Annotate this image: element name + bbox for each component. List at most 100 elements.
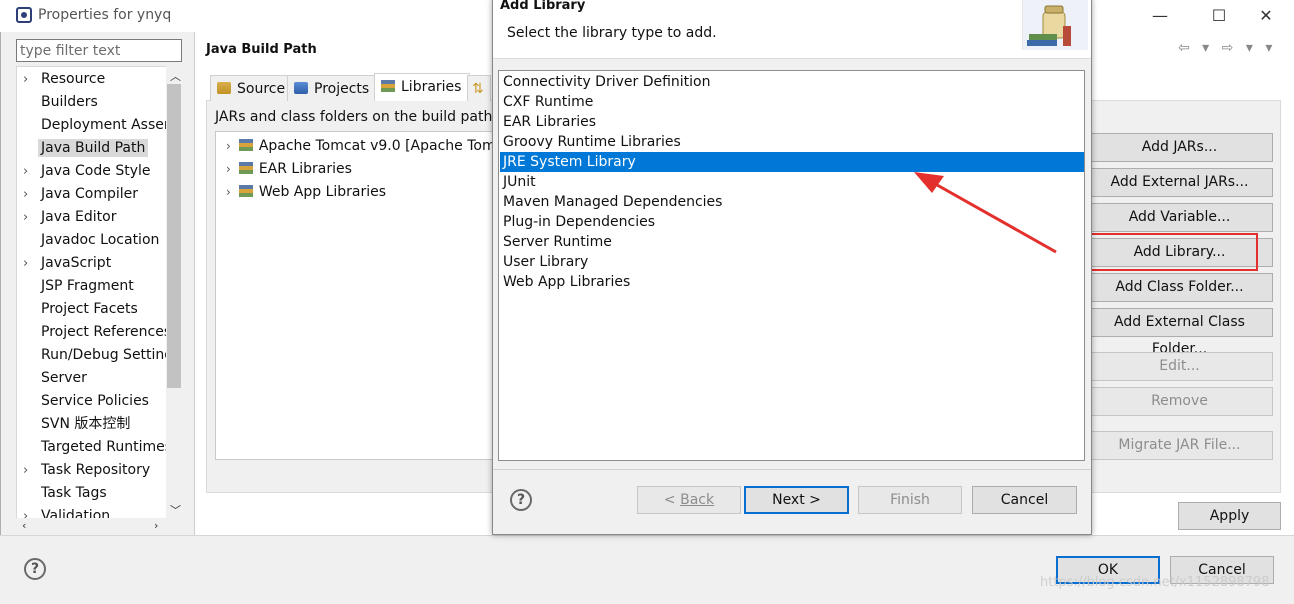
library-type-item[interactable]: JRE System Library: [500, 152, 1084, 172]
add-jars-button[interactable]: Add JARs...: [1086, 133, 1273, 162]
scroll-left-icon[interactable]: ‹: [22, 519, 26, 532]
nav-item-task-tags[interactable]: Task Tags: [17, 482, 167, 505]
nav-item-deployment-assembly[interactable]: Deployment Assem: [17, 114, 178, 137]
expand-chevron-icon[interactable]: ›: [23, 183, 28, 206]
tab-source[interactable]: Source: [210, 75, 295, 101]
nav-item-label: Javadoc Location: [41, 232, 160, 248]
nav-item-jsp-fragment[interactable]: JSP Fragment: [17, 275, 167, 298]
apply-button[interactable]: Apply: [1178, 502, 1281, 530]
nav-item-label: Server: [41, 370, 87, 386]
edit-button[interactable]: Edit...: [1086, 352, 1273, 381]
library-item-web-app[interactable]: › Web App Libraries: [226, 181, 386, 203]
library-type-item[interactable]: EAR Libraries: [500, 112, 1084, 132]
expand-chevron-icon[interactable]: ›: [23, 206, 28, 229]
tab-libraries[interactable]: Libraries: [374, 73, 471, 101]
expand-chevron-icon[interactable]: ›: [23, 459, 28, 482]
dialog-help-icon[interactable]: ?: [510, 489, 532, 511]
nav-item-label: Java Editor: [41, 209, 117, 225]
nav-item-project-facets[interactable]: Project Facets: [17, 298, 167, 321]
nav-item-java-editor[interactable]: › Java Editor: [17, 206, 167, 229]
library-type-item[interactable]: Connectivity Driver Definition: [500, 72, 1084, 92]
project-icon: [294, 82, 308, 94]
help-icon[interactable]: ?: [24, 558, 46, 580]
add-variable-button[interactable]: Add Variable...: [1086, 203, 1273, 232]
nav-item-project-references[interactable]: Project References: [17, 321, 171, 344]
library-type-item[interactable]: Groovy Runtime Libraries: [500, 132, 1084, 152]
nav-item-label: Java Compiler: [41, 186, 139, 202]
add-external-jars-button[interactable]: Add External JARs...: [1086, 168, 1273, 197]
order-export-icon: ⇅: [472, 81, 484, 97]
nav-item-label: Resource: [41, 71, 106, 87]
nav-item-javadoc-location[interactable]: Javadoc Location: [17, 229, 167, 252]
add-class-folder-button[interactable]: Add Class Folder...: [1086, 273, 1273, 302]
tab-projects[interactable]: Projects: [287, 75, 379, 101]
nav-item-label: Java Build Path: [38, 139, 149, 157]
library-wizard-banner-icon: [1022, 0, 1088, 50]
nav-item-service-policies[interactable]: Service Policies: [17, 390, 167, 413]
nav-item-label: JavaScript: [41, 255, 112, 271]
nav-item-server[interactable]: Server: [17, 367, 167, 390]
next-button[interactable]: Next >: [744, 486, 849, 514]
library-type-item[interactable]: Web App Libraries: [500, 272, 1084, 292]
expand-chevron-icon[interactable]: ›: [226, 185, 231, 199]
add-external-class-folder-button[interactable]: Add External Class Folder...: [1086, 308, 1273, 357]
library-icon: [238, 139, 253, 151]
library-item-tomcat[interactable]: › Apache Tomcat v9.0 [Apache Tomc: [226, 135, 503, 157]
eclipse-app-icon: [16, 7, 32, 23]
library-type-item[interactable]: Server Runtime: [500, 232, 1084, 252]
migrate-jar-button[interactable]: Migrate JAR File...: [1086, 431, 1273, 460]
tab-order-export[interactable]: ⇅: [467, 75, 491, 101]
back-arrow-icon: <: [663, 492, 681, 508]
jar-books-icon: [1027, 5, 1071, 46]
expand-chevron-icon[interactable]: ›: [23, 68, 28, 91]
tab-label: Libraries: [401, 79, 462, 95]
nav-item-label: Java Code Style: [41, 163, 151, 179]
library-label: EAR Libraries: [258, 161, 352, 177]
library-type-item[interactable]: User Library: [500, 252, 1084, 272]
nav-item-task-repository[interactable]: › Task Repository: [17, 459, 167, 482]
nav-scroll-thumb[interactable]: [167, 84, 181, 388]
filter-input[interactable]: [16, 39, 182, 62]
library-type-item[interactable]: JUnit: [500, 172, 1084, 192]
dialog-cancel-button[interactable]: Cancel: [972, 486, 1077, 514]
nav-list: › Resource Builders Deployment Assem Java…: [17, 68, 178, 519]
nav-item-label: Service Policies: [41, 393, 149, 409]
back-button[interactable]: < Back: [637, 486, 741, 514]
nav-item-label: Project References: [41, 324, 172, 340]
maximize-button[interactable]: ☐: [1199, 4, 1239, 28]
library-type-item[interactable]: Maven Managed Dependencies: [500, 192, 1084, 212]
nav-item-run-debug-settings[interactable]: Run/Debug Setting: [17, 344, 173, 367]
dialog-subtitle: Select the library type to add.: [507, 25, 717, 41]
nav-item-builders[interactable]: Builders: [17, 91, 167, 114]
page-title: Java Build Path: [206, 42, 317, 57]
expand-chevron-icon[interactable]: ›: [23, 160, 28, 183]
scroll-right-icon[interactable]: ›: [154, 519, 158, 532]
close-button[interactable]: ✕: [1246, 4, 1286, 28]
nav-item-label: Task Tags: [41, 485, 107, 501]
nav-item-targeted-runtimes[interactable]: Targeted Runtimes: [17, 436, 172, 459]
scroll-down-icon[interactable]: ﹀: [170, 502, 181, 518]
minimize-button[interactable]: —: [1140, 4, 1180, 28]
library-type-item[interactable]: Plug-in Dependencies: [500, 212, 1084, 232]
nav-item-resource[interactable]: › Resource: [17, 68, 167, 91]
back-label: Back: [680, 492, 715, 508]
nav-item-label: Project Facets: [41, 301, 138, 317]
library-item-ear[interactable]: › EAR Libraries: [226, 158, 352, 180]
finish-button[interactable]: Finish: [858, 486, 962, 514]
remove-button[interactable]: Remove: [1086, 387, 1273, 416]
dialog-title: Add Library: [500, 0, 586, 13]
scroll-up-icon[interactable]: ︿: [170, 68, 181, 84]
nav-item-java-build-path[interactable]: Java Build Path: [17, 137, 167, 160]
source-folder-icon: [217, 82, 231, 94]
nav-item-svn[interactable]: SVN 版本控制: [17, 413, 167, 436]
nav-item-java-compiler[interactable]: › Java Compiler: [17, 183, 167, 206]
nav-item-java-code-style[interactable]: › Java Code Style: [17, 160, 167, 183]
expand-chevron-icon[interactable]: ›: [226, 162, 231, 176]
library-icon: [238, 162, 253, 174]
library-type-item[interactable]: CXF Runtime: [500, 92, 1084, 112]
history-nav-controls[interactable]: ⇦ ▾ ⇨ ▾ ▾: [1178, 40, 1276, 56]
dialog-separator: [493, 469, 1091, 470]
expand-chevron-icon[interactable]: ›: [23, 252, 28, 275]
expand-chevron-icon[interactable]: ›: [226, 139, 231, 153]
nav-item-javascript[interactable]: › JavaScript: [17, 252, 167, 275]
